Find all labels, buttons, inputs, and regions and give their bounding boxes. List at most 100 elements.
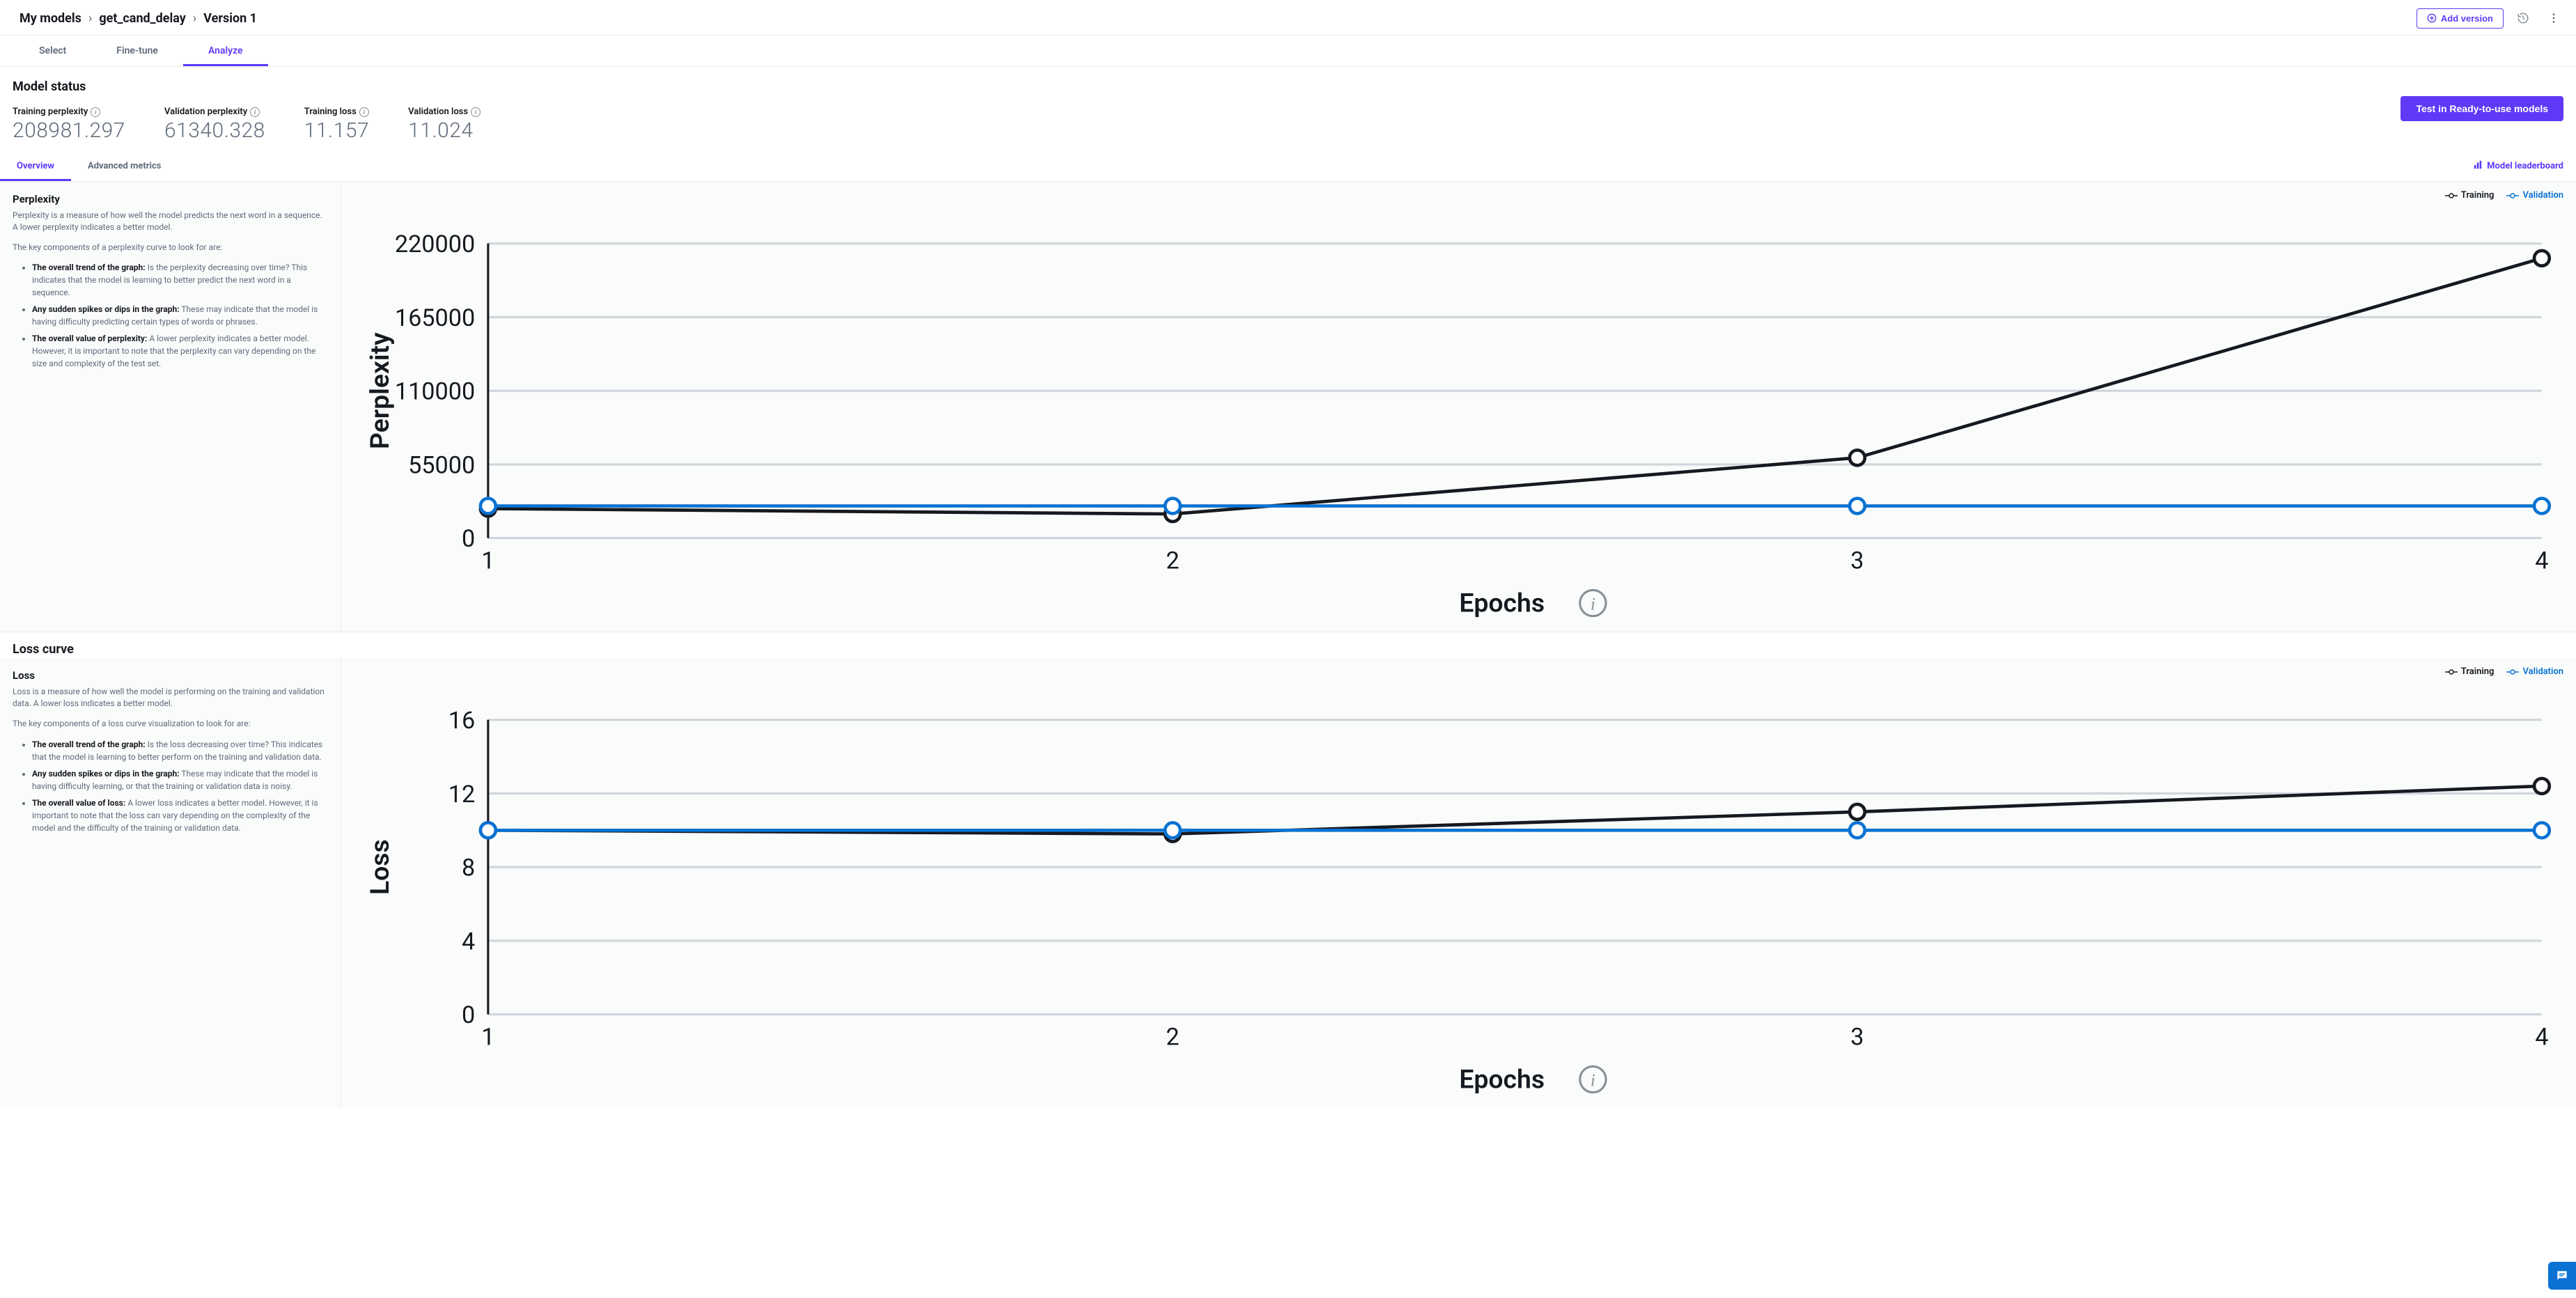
breadcrumb: My models › get_cand_delay › Version 1 bbox=[19, 11, 257, 26]
secondary-tabs-row: Overview Advanced metrics Model leaderbo… bbox=[0, 151, 2576, 182]
legend-training[interactable]: Training bbox=[2445, 666, 2495, 677]
perplexity-components-lead: The key components of a perplexity curve… bbox=[13, 242, 328, 253]
test-ready-models-button[interactable]: Test in Ready-to-use models bbox=[2401, 96, 2563, 121]
svg-text:1: 1 bbox=[481, 1023, 494, 1051]
chart-legend: Training Validation bbox=[2445, 190, 2563, 201]
breadcrumb-model[interactable]: get_cand_delay bbox=[99, 11, 186, 26]
list-item: Any sudden spikes or dips in the graph: … bbox=[32, 767, 328, 792]
svg-text:1: 1 bbox=[481, 547, 494, 574]
loss-text: Loss Loss is a measure of how well the m… bbox=[0, 658, 341, 1108]
legend-label: Validation bbox=[2522, 666, 2563, 677]
metrics-row: Training perplexityi 208981.297 Validati… bbox=[13, 107, 481, 143]
svg-text:Epochs: Epochs bbox=[1459, 1065, 1545, 1095]
svg-text:12: 12 bbox=[448, 781, 475, 808]
info-icon[interactable]: i bbox=[359, 107, 369, 117]
tab-fine-tune[interactable]: Fine-tune bbox=[91, 36, 183, 66]
metric-validation-loss: Validation lossi 11.024 bbox=[408, 107, 481, 143]
chart-legend: Training Validation bbox=[2445, 666, 2563, 677]
loss-components-lead: The key components of a loss curve visua… bbox=[13, 718, 328, 730]
list-item: The overall value of perplexity: A lower… bbox=[32, 332, 328, 370]
legend-label: Validation bbox=[2522, 190, 2563, 201]
svg-text:165000: 165000 bbox=[395, 304, 475, 332]
loss-subheading: Loss bbox=[13, 669, 328, 682]
chat-fab-icon[interactable] bbox=[2548, 1262, 2576, 1290]
svg-text:2: 2 bbox=[1166, 1023, 1179, 1051]
history-icon[interactable] bbox=[2512, 7, 2534, 29]
chevron-right-icon: › bbox=[88, 11, 92, 26]
svg-text:Loss: Loss bbox=[365, 840, 396, 896]
info-icon[interactable]: i bbox=[91, 107, 100, 117]
metric-value: 11.157 bbox=[304, 118, 369, 143]
loss-chart[interactable]: 04812161234LossEpochsi bbox=[354, 668, 2563, 1101]
loss-chart-area: Training Validation 04812161234LossEpoch… bbox=[341, 658, 2576, 1108]
add-version-button[interactable]: Add version bbox=[2417, 8, 2504, 29]
svg-text:220000: 220000 bbox=[395, 230, 475, 258]
loss-section: Loss Loss is a measure of how well the m… bbox=[0, 658, 2576, 1108]
svg-text:0: 0 bbox=[462, 525, 475, 553]
svg-text:16: 16 bbox=[448, 707, 475, 735]
perplexity-chart-area: Training Validation 05500011000016500022… bbox=[341, 182, 2576, 632]
tab-advanced-metrics[interactable]: Advanced metrics bbox=[71, 151, 178, 181]
perplexity-chart[interactable]: 0 55000 110000 165000 220000 1 2 3 4 Perplexity Ep… bbox=[354, 191, 2563, 625]
svg-text:4: 4 bbox=[2535, 547, 2548, 574]
top-actions: Add version bbox=[2417, 7, 2565, 29]
line-marker-icon bbox=[2445, 668, 2458, 675]
perplexity-section: Perplexity Perplexity is a measure of ho… bbox=[0, 182, 2576, 632]
svg-text:Perplexity: Perplexity bbox=[365, 332, 396, 449]
main-scroll-area[interactable]: Model status Training perplexityi 208981… bbox=[0, 67, 2576, 1298]
svg-text:8: 8 bbox=[462, 854, 475, 882]
breadcrumb-version[interactable]: Version 1 bbox=[203, 11, 257, 26]
chevron-right-icon: › bbox=[193, 11, 196, 26]
legend-label: Training bbox=[2461, 190, 2495, 201]
svg-text:3: 3 bbox=[1850, 1023, 1864, 1051]
legend-validation[interactable]: Validation bbox=[2506, 666, 2563, 677]
line-marker-icon bbox=[2445, 192, 2458, 199]
model-status-block: Model status Training perplexityi 208981… bbox=[0, 67, 2576, 151]
svg-text:0: 0 bbox=[462, 1001, 475, 1029]
svg-text:i: i bbox=[1591, 1072, 1595, 1090]
svg-text:110000: 110000 bbox=[395, 378, 475, 406]
model-status-heading: Model status bbox=[13, 79, 481, 94]
plus-circle-icon bbox=[2427, 13, 2437, 23]
kebab-menu-icon[interactable] bbox=[2543, 7, 2565, 29]
svg-text:4: 4 bbox=[2535, 1023, 2548, 1051]
tab-analyze[interactable]: Analyze bbox=[183, 36, 268, 66]
tab-overview[interactable]: Overview bbox=[0, 151, 71, 181]
loss-curve-heading: Loss curve bbox=[0, 632, 2576, 658]
legend-validation[interactable]: Validation bbox=[2506, 190, 2563, 201]
metric-label: Training perplexity bbox=[13, 107, 88, 117]
metric-value: 11.024 bbox=[408, 118, 481, 143]
legend-training[interactable]: Training bbox=[2445, 190, 2495, 201]
metric-label: Validation loss bbox=[408, 107, 468, 117]
info-icon[interactable]: i bbox=[471, 107, 481, 117]
info-icon[interactable]: i bbox=[250, 107, 260, 117]
list-item: The overall trend of the graph: Is the l… bbox=[32, 738, 328, 763]
metric-value: 208981.297 bbox=[13, 118, 125, 143]
metric-label: Validation perplexity bbox=[164, 107, 247, 117]
primary-tabs: Select Fine-tune Analyze bbox=[0, 36, 2576, 67]
perplexity-intro: Perplexity is a measure of how well the … bbox=[13, 210, 328, 233]
list-item: Any sudden spikes or dips in the graph: … bbox=[32, 303, 328, 328]
svg-text:3: 3 bbox=[1850, 547, 1864, 574]
legend-label: Training bbox=[2461, 666, 2495, 677]
metric-training-perplexity: Training perplexityi 208981.297 bbox=[13, 107, 125, 143]
list-item: The overall value of loss: A lower loss … bbox=[32, 797, 328, 834]
perplexity-text: Perplexity Perplexity is a measure of ho… bbox=[0, 182, 341, 632]
tab-select[interactable]: Select bbox=[14, 36, 91, 66]
svg-text:2: 2 bbox=[1166, 547, 1179, 574]
list-item: The overall trend of the graph: Is the p… bbox=[32, 261, 328, 299]
svg-text:55000: 55000 bbox=[408, 451, 475, 479]
perplexity-subheading: Perplexity bbox=[13, 193, 328, 205]
metric-value: 61340.328 bbox=[164, 118, 265, 143]
loss-intro: Loss is a measure of how well the model … bbox=[13, 686, 328, 710]
svg-text:4: 4 bbox=[462, 928, 475, 956]
model-leaderboard-link[interactable]: Model leaderboard bbox=[2473, 160, 2563, 173]
breadcrumb-root[interactable]: My models bbox=[19, 11, 81, 26]
line-marker-icon bbox=[2506, 668, 2519, 675]
leaderboard-label: Model leaderboard bbox=[2487, 161, 2563, 171]
svg-text:i: i bbox=[1591, 595, 1595, 613]
bar-chart-icon bbox=[2473, 160, 2483, 173]
metric-validation-perplexity: Validation perplexityi 61340.328 bbox=[164, 107, 265, 143]
svg-text:Epochs: Epochs bbox=[1459, 588, 1545, 618]
metric-label: Training loss bbox=[304, 107, 357, 117]
